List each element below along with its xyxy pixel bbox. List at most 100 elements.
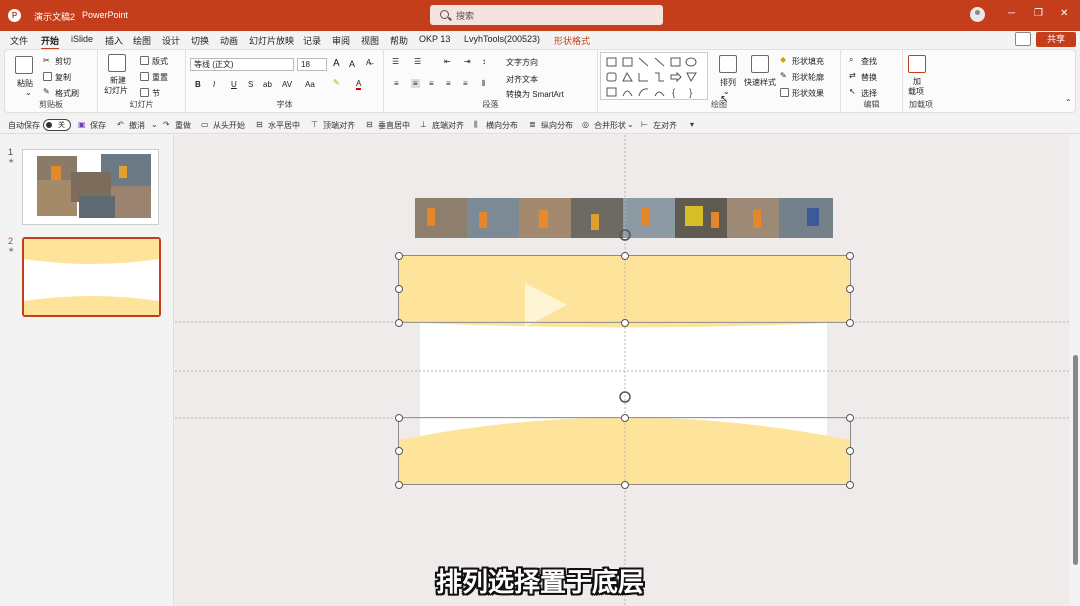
select-button[interactable]: 选择 (861, 88, 877, 99)
tab-draw[interactable]: 绘图 (133, 34, 151, 47)
align-center-icon[interactable]: ≡ (411, 79, 420, 88)
shape-effects-button[interactable]: 形状效果 (792, 88, 824, 99)
paste-icon[interactable] (15, 56, 33, 74)
quick-styles-button[interactable]: 快速样式 (744, 77, 776, 88)
clear-format-icon[interactable]: A̶ (366, 58, 371, 67)
shrink-font-button[interactable]: A (349, 59, 355, 69)
slide-2-thumbnail[interactable] (22, 237, 161, 317)
change-case-button[interactable]: Aa (305, 80, 315, 89)
cut-button[interactable]: 剪切 (55, 56, 71, 67)
autosave-toggle[interactable]: 关 (43, 119, 71, 131)
align-bottom-button[interactable]: 底端对齐 (432, 120, 464, 131)
align-left-button[interactable]: 左对齐 (653, 120, 677, 131)
justify-icon[interactable]: ≡ (446, 79, 451, 88)
tab-lvyhtools[interactable]: LvyhTools(200523) (464, 34, 540, 44)
line-spacing-icon[interactable]: ↕ (482, 57, 486, 66)
shadow-button[interactable]: ab (263, 80, 272, 89)
save-button[interactable]: 保存 (90, 120, 106, 131)
shapes-gallery-icons: {} (606, 57, 697, 99)
tab-review[interactable]: 审阅 (332, 34, 350, 47)
close-button[interactable]: ✕ (1060, 8, 1068, 19)
font-color-icon[interactable]: A (356, 79, 362, 90)
merge-shapes-button[interactable]: 合并形状 (594, 120, 626, 131)
increase-indent-icon[interactable]: ⇥ (464, 57, 471, 66)
vertical-scrollbar[interactable] (1070, 135, 1080, 606)
scrollbar-thumb[interactable] (1073, 355, 1078, 565)
search-box[interactable]: 搜索 (430, 5, 663, 25)
tab-animations[interactable]: 动画 (220, 34, 238, 47)
shape-fill-button[interactable]: 形状填充 (792, 56, 824, 67)
tab-insert[interactable]: 插入 (105, 34, 123, 47)
distributed-icon[interactable]: ≡ (463, 79, 468, 88)
merge-dropdown-icon[interactable]: ⌄ (627, 120, 634, 129)
copy-button[interactable]: 复制 (55, 72, 71, 83)
shape-outline-button[interactable]: 形状轮廓 (792, 72, 824, 83)
decrease-indent-icon[interactable]: ⇤ (444, 57, 451, 66)
align-text-button[interactable]: 对齐文本 (506, 74, 538, 85)
char-spacing-button[interactable]: AV (282, 80, 292, 89)
undo-button[interactable]: 撤消 (129, 120, 145, 131)
collapse-ribbon-icon[interactable]: ⌃ (1065, 98, 1072, 107)
align-left-icon[interactable]: ≡ (394, 79, 399, 88)
align-top-button[interactable]: 顶端对齐 (323, 120, 355, 131)
tab-slideshow[interactable]: 幻灯片放映 (249, 34, 294, 47)
shapes-gallery[interactable]: {} (600, 52, 708, 100)
find-button[interactable]: 查找 (861, 56, 877, 67)
grow-font-button[interactable]: A (333, 58, 340, 69)
distribute-h-button[interactable]: 横向分布 (486, 120, 518, 131)
powerpoint-logo-icon: P (8, 9, 21, 22)
tab-view[interactable]: 视图 (361, 34, 379, 47)
slide-1-thumbnail[interactable] (22, 149, 159, 225)
reset-button[interactable]: 重置 (152, 72, 168, 83)
italic-button[interactable]: I (213, 80, 215, 89)
tab-home[interactable]: 开始 (41, 34, 60, 50)
layout-button[interactable]: 版式 (152, 56, 168, 67)
new-slide-label-2[interactable]: 幻灯片 (104, 85, 128, 96)
slide-2-animation-icon: ★ (8, 247, 15, 254)
undo-dropdown-icon[interactable]: ⌄ (151, 120, 158, 129)
slide-canvas[interactable] (175, 135, 1070, 606)
tab-design[interactable]: 设计 (162, 34, 180, 47)
minimize-button[interactable]: ─ (1008, 8, 1015, 19)
section-button[interactable]: 节 (152, 88, 160, 99)
merge-shapes-icon: ◎ (582, 120, 589, 129)
tab-record[interactable]: 记录 (303, 34, 321, 47)
tab-okp[interactable]: OKP 13 (419, 34, 450, 44)
center-h-button[interactable]: 水平居中 (268, 120, 300, 131)
comments-button[interactable] (1015, 32, 1031, 46)
addins-label-2[interactable]: 载项 (908, 86, 924, 97)
redo-button[interactable]: 重做 (175, 120, 191, 131)
numbering-icon[interactable]: ☰ (414, 57, 421, 66)
slide-1-photos (37, 154, 151, 218)
format-painter-button[interactable]: 格式刷 (55, 88, 79, 99)
center-v-button[interactable]: 垂直居中 (378, 120, 410, 131)
user-avatar-icon[interactable] (970, 7, 985, 22)
paste-dropdown-icon[interactable]: ⌄ (25, 88, 32, 97)
arrange-icon[interactable] (719, 55, 737, 73)
new-slide-icon[interactable] (108, 54, 126, 72)
bold-button[interactable]: B (195, 80, 201, 89)
replace-button[interactable]: 替换 (861, 72, 877, 83)
tab-islide[interactable]: iSlide (71, 34, 93, 44)
customize-qat-icon[interactable]: ▾ (690, 120, 694, 129)
tab-help[interactable]: 帮助 (390, 34, 408, 47)
tab-shape-format[interactable]: 形状格式 (554, 34, 590, 47)
addins-icon[interactable] (908, 55, 926, 73)
restore-button[interactable]: ❐ (1034, 8, 1043, 19)
font-name-select[interactable]: 等线 (正文) (190, 58, 294, 71)
replace-icon: ⇄ (849, 71, 856, 80)
highlight-icon[interactable]: ✎ (333, 78, 340, 87)
strikethrough-button[interactable]: S (248, 80, 253, 89)
align-right-icon[interactable]: ≡ (429, 79, 434, 88)
font-size-select[interactable]: 18 (297, 58, 327, 71)
columns-icon[interactable]: ⫴ (482, 79, 485, 89)
bullets-icon[interactable]: ☰ (392, 57, 399, 66)
tab-file[interactable]: 文件 (10, 34, 28, 47)
underline-button[interactable]: U (231, 80, 237, 89)
share-button[interactable]: 共享 (1036, 32, 1076, 47)
from-start-button[interactable]: 从头开始 (213, 120, 245, 131)
distribute-v-button[interactable]: 纵向分布 (541, 120, 573, 131)
quick-styles-icon[interactable] (751, 55, 769, 73)
tab-transitions[interactable]: 切换 (191, 34, 209, 47)
text-direction-button[interactable]: 文字方向 (506, 57, 538, 68)
